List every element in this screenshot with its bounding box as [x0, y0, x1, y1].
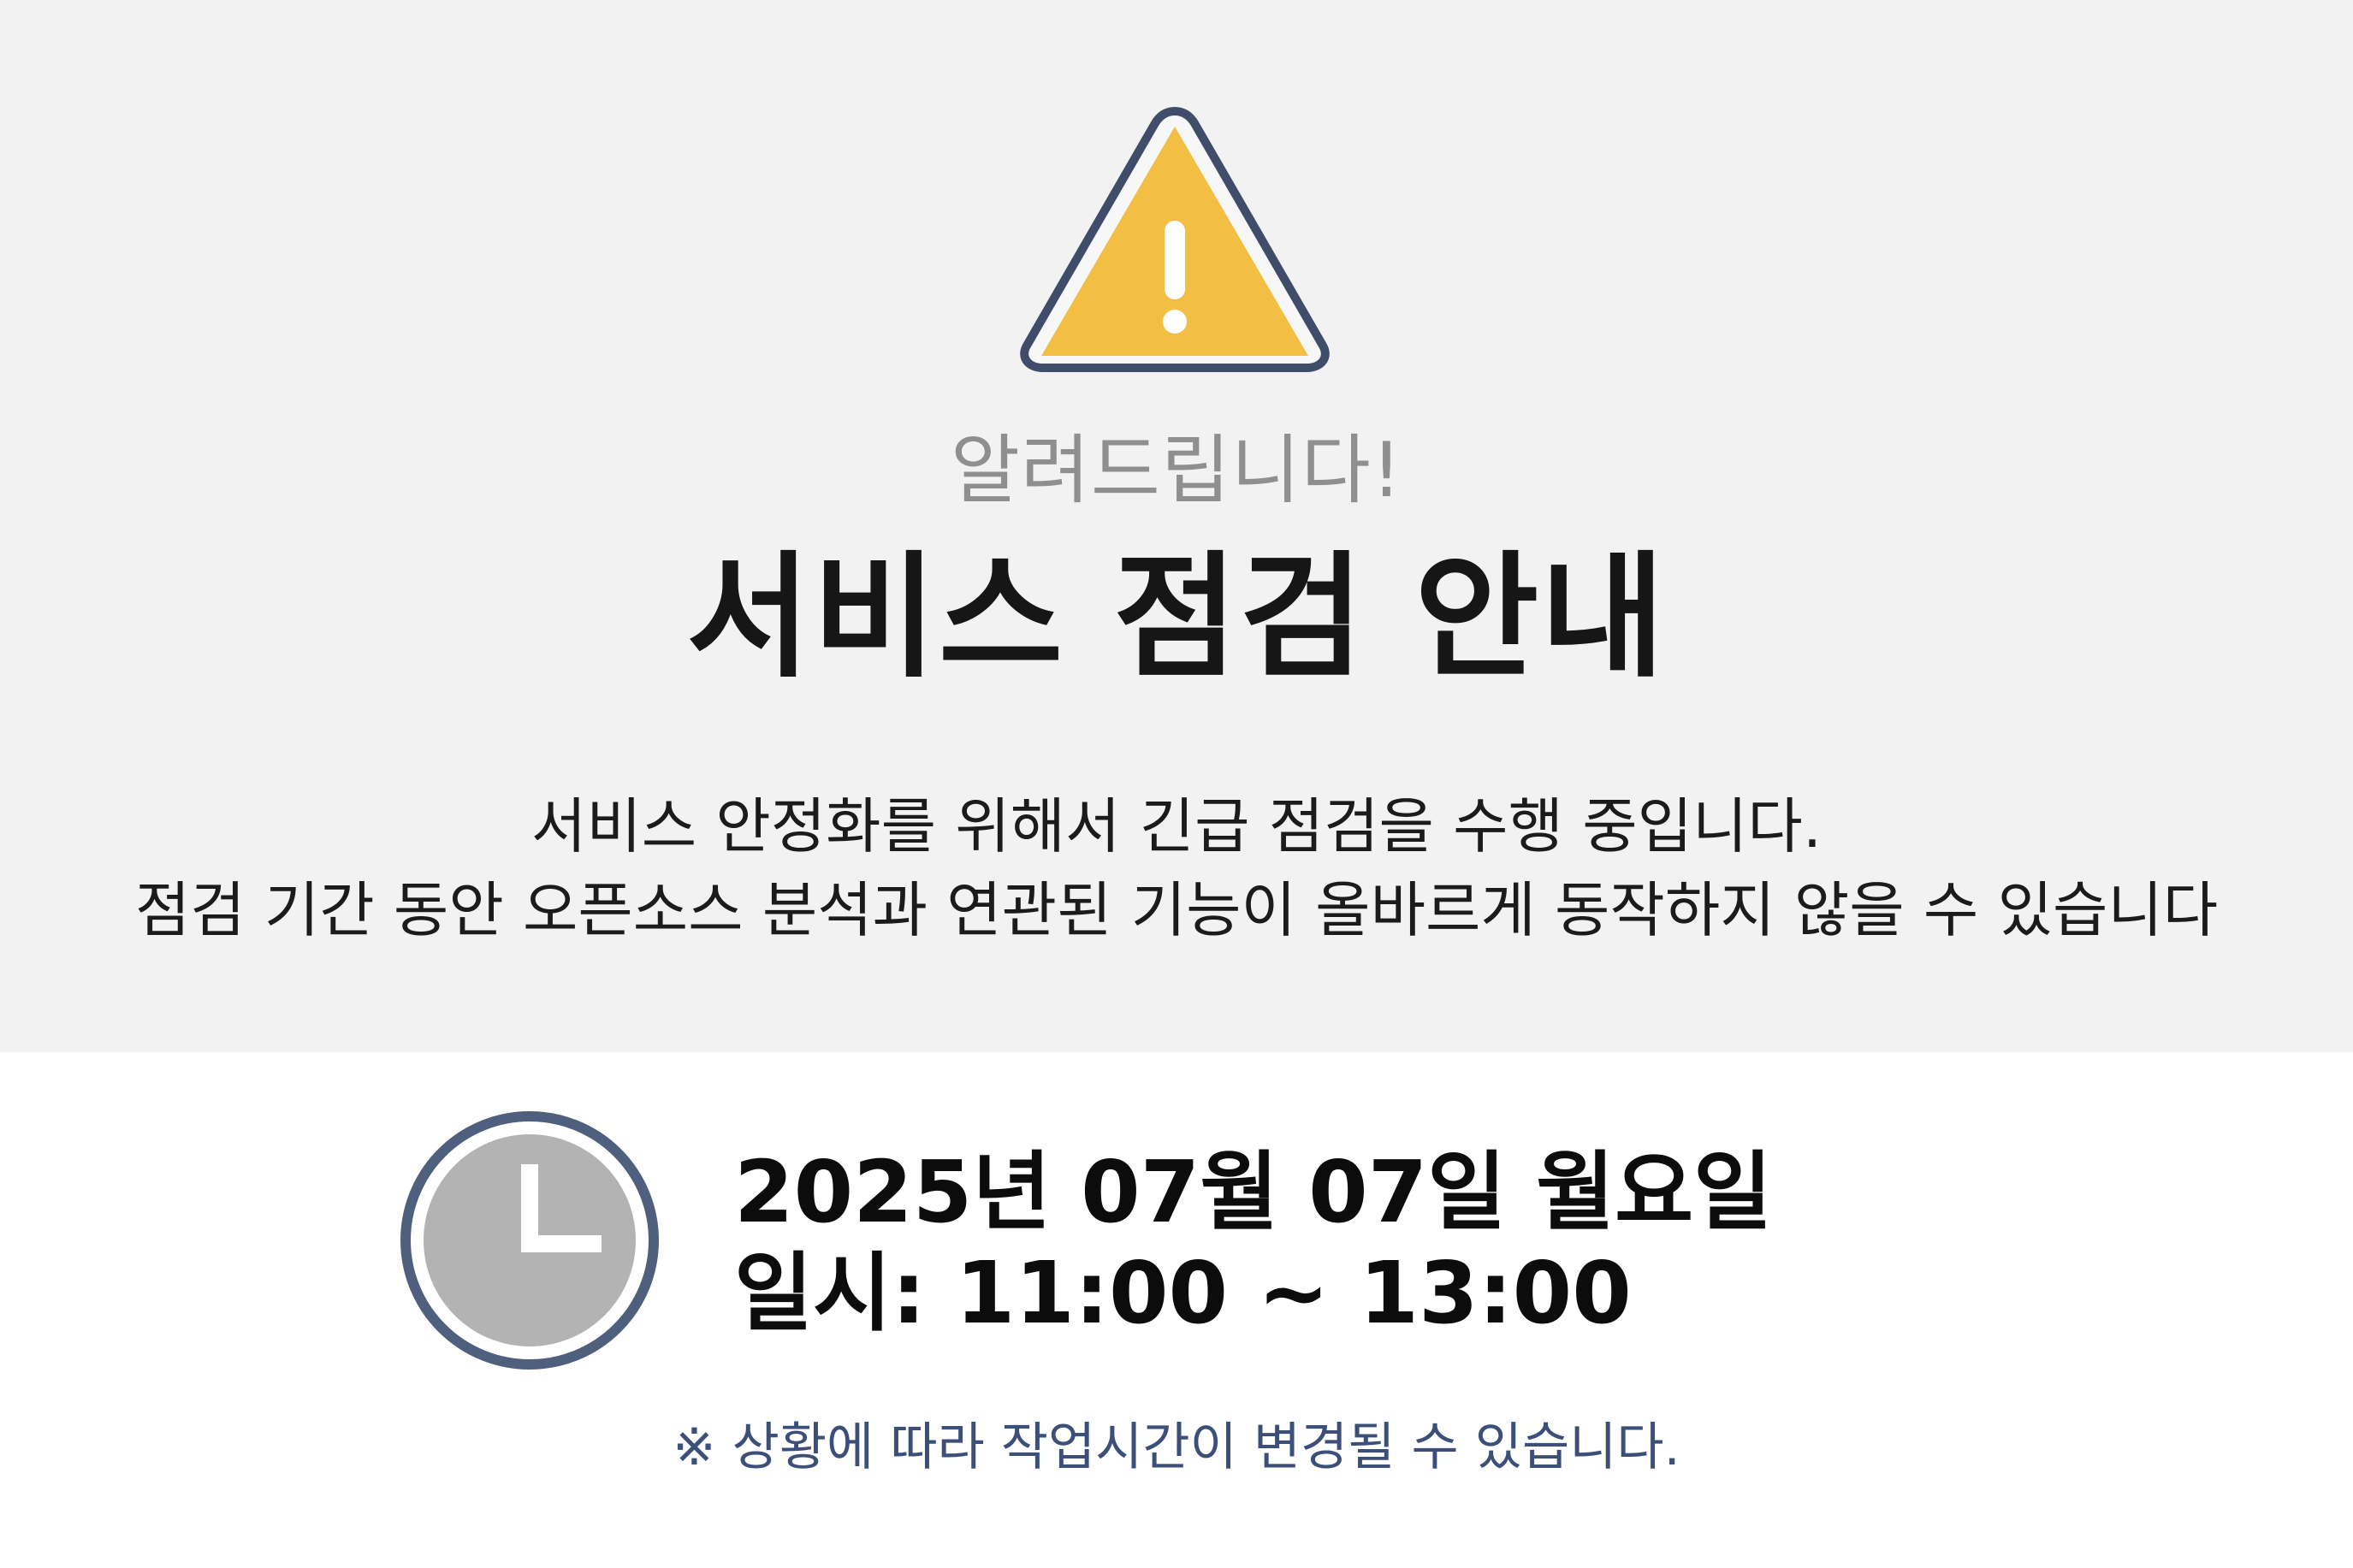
page-title: 서비스 점검 안내 [686, 539, 1667, 696]
notice-description-line-2: 점검 기간 동안 오픈소스 분석과 연관된 기능이 올바르게 동작하지 않을 수… [134, 875, 2219, 945]
maintenance-date: 2025년 07월 07일 월요일 [734, 1142, 1773, 1242]
maintenance-notice-panel: 알려드립니다! 서비스 점검 안내 서비스 안정화를 위해서 긴급 점검을 수행… [0, 0, 2353, 1052]
warning-icon [1018, 101, 1331, 379]
clock-icon [399, 1109, 661, 1371]
maintenance-time: 일시: 11:00 ~ 13:00 [734, 1243, 1632, 1343]
schedule-change-note: ※ 상황에 따라 작업시간이 변경될 수 있습니다. [673, 1417, 1680, 1477]
notice-eyebrow: 알려드립니다! [950, 426, 1403, 514]
notice-description-line-1: 서비스 안정화를 위해서 긴급 점검을 수행 중입니다. [530, 791, 1823, 861]
